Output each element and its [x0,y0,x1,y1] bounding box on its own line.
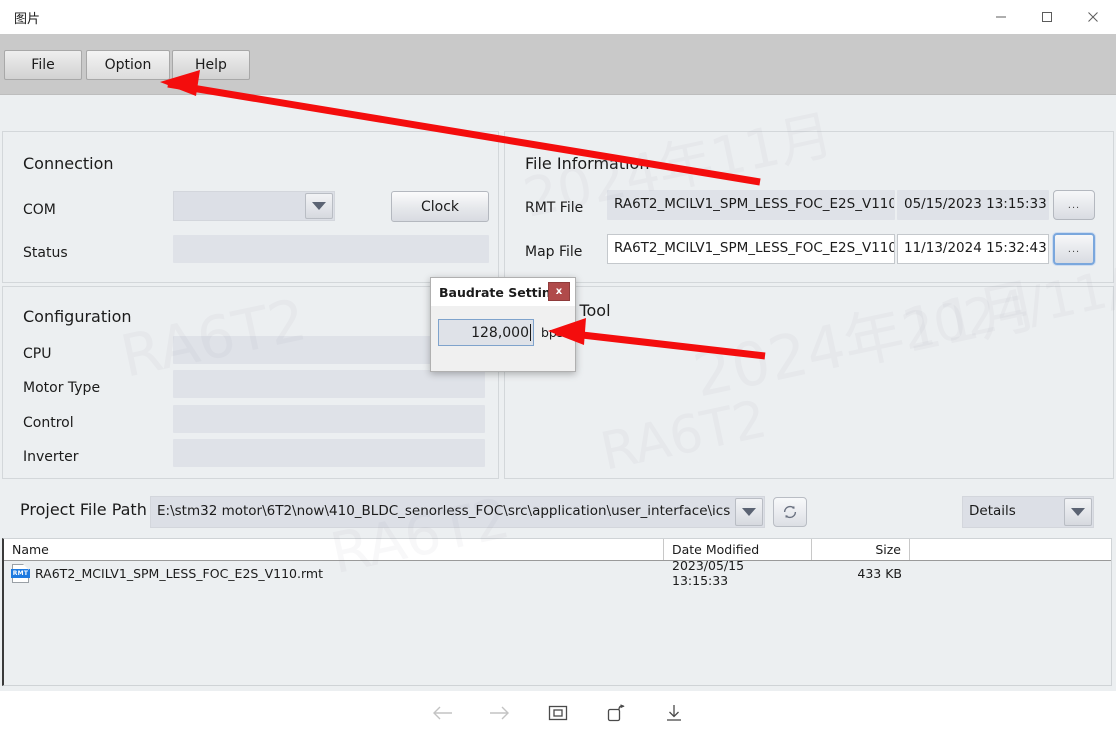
status-field [173,235,489,263]
status-value [174,236,488,262]
connection-panel-title: Connection [23,154,114,173]
rotate-button[interactable] [598,698,634,728]
rmt-file-badge: RMT [11,568,30,578]
com-port-select[interactable] [173,191,335,221]
inverter-field [173,439,485,467]
map-file-label: Map File [525,244,583,260]
file-list[interactable]: Name Date Modified Size RMT RA6T2_MCILV1… [2,538,1112,686]
map-file-name-value: RA6T2_MCILV1_SPM_LESS_FOC_E2S_V110_... [614,240,894,257]
com-label: COM [23,202,56,218]
motor-type-field [173,370,485,398]
close-icon[interactable] [1070,0,1116,34]
control-value [174,406,484,432]
inverter-value [174,440,484,466]
file-list-header: Name Date Modified Size [4,539,1111,561]
arrow-right-icon [490,706,509,719]
screenshot-content: 2024年11月 2024年11月 RA6T2 RA6T2 2024/11/21… [0,34,1116,691]
minimize-icon[interactable] [978,0,1024,34]
control-label: Control [23,415,74,431]
save-button[interactable] [656,698,692,728]
rmt-file-browse-button[interactable]: ... [1053,190,1095,220]
configuration-panel-title: Configuration [23,307,132,326]
text-caret [530,324,531,341]
chevron-down-icon[interactable] [735,498,763,526]
file-size-cell: 433 KB [857,565,902,581]
previous-image-button[interactable] [424,698,460,728]
window-controls [978,0,1116,34]
menu-option[interactable]: Option [86,50,170,80]
column-header-name[interactable]: Name [4,539,664,560]
viewer-toolbar [0,691,1116,734]
dialog-close-icon[interactable]: x [548,282,570,301]
file-information-panel: File Information RMT File RA6T2_MCILV1_S… [504,131,1114,283]
rmt-file-name-value: RA6T2_MCILV1_SPM_LESS_FOC_E2S_V110.r... [614,196,894,213]
motor-type-value [174,371,484,397]
rmt-file-icon: RMT [11,563,30,583]
column-header-size[interactable]: Size [812,539,910,560]
dialog-titlebar: Baudrate Setting x [431,278,575,306]
column-header-date-modified[interactable]: Date Modified [664,539,812,560]
rmt-file-label: RMT File [525,200,584,216]
map-file-browse-button[interactable]: ... [1053,233,1095,265]
rmt-file-date-value: 05/15/2023 13:15:33 [904,196,1047,213]
dialog-title-text: Baudrate Setting [439,284,560,300]
view-mode-select[interactable]: Details [962,496,1094,528]
configuration-panel: Configuration CPU Motor Type Control Inv… [2,286,499,479]
project-path-value: E:\stm32 motor\6T2\now\410_BLDC_senorles… [157,503,731,520]
file-name-text: RA6T2_MCILV1_SPM_LESS_FOC_E2S_V110.rmt [35,565,323,581]
control-field [173,405,485,433]
select-tool-panel: Select Tool [504,286,1114,479]
refresh-button[interactable] [773,497,807,527]
download-icon [667,704,681,721]
file-information-title: File Information [525,154,650,173]
window-titlebar: 图片 [0,0,1116,34]
motor-type-label: Motor Type [23,380,101,396]
app-menubar: File Option Help [0,34,1116,95]
project-path-label: Project File Path [20,500,147,519]
project-path-select[interactable]: E:\stm32 motor\6T2\now\410_BLDC_senorles… [150,496,765,528]
baudrate-value: 128,000 [471,324,529,341]
fit-to-window-button[interactable] [540,698,576,728]
chevron-down-icon[interactable] [1064,498,1092,526]
rmt-file-date-field: 05/15/2023 13:15:33 [897,190,1049,220]
window-title: 图片 [14,11,41,27]
cpu-label: CPU [23,346,52,362]
rmt-file-name-field: RA6T2_MCILV1_SPM_LESS_FOC_E2S_V110.r... [607,190,895,220]
map-file-date-field: 11/13/2024 15:32:43 [897,234,1049,264]
baudrate-input[interactable]: 128,000 [438,319,534,346]
inverter-label: Inverter [23,449,79,465]
arrow-left-icon [433,706,452,719]
status-label: Status [23,245,68,261]
table-row[interactable]: RMT RA6T2_MCILV1_SPM_LESS_FOC_E2S_V110.r… [4,558,1111,588]
baudrate-unit-label: bps [541,325,564,340]
map-file-date-value: 11/13/2024 15:32:43 [904,240,1047,257]
menu-help[interactable]: Help [172,50,250,80]
fit-screen-icon [548,705,568,720]
map-file-name-field[interactable]: RA6T2_MCILV1_SPM_LESS_FOC_E2S_V110_... [607,234,895,264]
rotate-icon [607,703,625,721]
image-viewer-window: 图片 2024年11月 2024年11月 RA6T2 RA6T2 2024/11… [0,0,1116,734]
connection-panel: Connection COM Clock Status [2,131,499,283]
baudrate-setting-dialog: Baudrate Setting x 128,000 bps [430,277,576,372]
maximize-icon[interactable] [1024,0,1070,34]
file-name-cell: RMT RA6T2_MCILV1_SPM_LESS_FOC_E2S_V110.r… [4,563,664,583]
refresh-icon [783,505,797,519]
file-date-cell: 2023/05/15 13:15:33 [672,558,745,588]
column-header-extra[interactable] [910,539,1110,560]
next-image-button[interactable] [482,698,518,728]
chevron-down-icon[interactable] [305,193,333,219]
clock-button[interactable]: Clock [391,191,489,222]
menu-file[interactable]: File [4,50,82,80]
project-path-row: Project File Path E:\stm32 motor\6T2\now… [0,486,1116,538]
